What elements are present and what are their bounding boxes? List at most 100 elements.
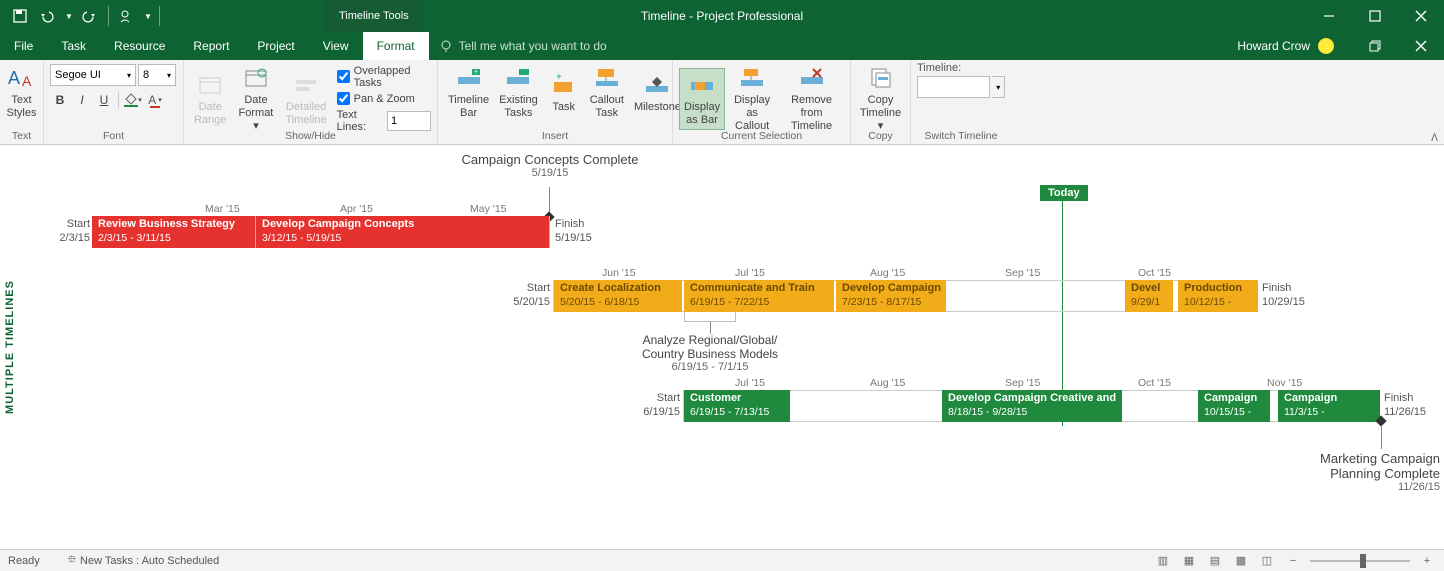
timeline-tools-tab[interactable]: Timeline Tools bbox=[325, 0, 423, 32]
today-marker: Today bbox=[1040, 185, 1088, 201]
display-bar-icon bbox=[686, 71, 718, 99]
t2-bar-3[interactable]: Devel9/29/1 bbox=[1125, 280, 1173, 312]
display-as-bar-button[interactable]: Display as Bar bbox=[679, 68, 725, 130]
menu-bar: File Task Resource Report Project View F… bbox=[0, 32, 1444, 60]
tick: Mar '15 bbox=[205, 203, 240, 215]
menu-view[interactable]: View bbox=[309, 32, 363, 60]
tick: Jun '15 bbox=[602, 267, 636, 279]
menu-task[interactable]: Task bbox=[47, 32, 100, 60]
task-button[interactable]: +Task bbox=[544, 69, 584, 116]
t3-start: Start6/19/15 bbox=[630, 391, 680, 420]
view-report-icon[interactable]: ◫ bbox=[1258, 552, 1276, 570]
view-network-icon[interactable]: ▤ bbox=[1206, 552, 1224, 570]
remove-from-timeline-button[interactable]: Remove from Timeline bbox=[779, 62, 844, 136]
group-label-showhide: Show/Hide bbox=[184, 130, 437, 144]
t2-bar-2[interactable]: Develop Campaign7/23/15 - 8/17/15 bbox=[836, 280, 946, 312]
t2-bar-1[interactable]: Communicate and Train6/19/15 - 7/22/15 bbox=[684, 280, 834, 312]
undo-dropdown-icon[interactable]: ▼ bbox=[64, 4, 74, 28]
milestone-icon bbox=[641, 71, 673, 99]
underline-button[interactable]: U bbox=[94, 90, 114, 110]
detailed-icon bbox=[290, 71, 322, 99]
lightbulb-icon bbox=[439, 39, 453, 53]
t3-bar-0[interactable]: Customer6/19/15 - 7/13/15 bbox=[684, 390, 790, 422]
copy-timeline-button[interactable]: Copy Timeline ▾ bbox=[857, 62, 904, 136]
font-color-button[interactable]: A▾ bbox=[145, 90, 165, 110]
date-range-icon bbox=[194, 71, 226, 99]
task-icon: + bbox=[548, 71, 580, 99]
date-format-icon bbox=[240, 64, 272, 92]
menu-project[interactable]: Project bbox=[243, 32, 308, 60]
view-gantt-icon[interactable]: ▥ bbox=[1154, 552, 1172, 570]
display-callout-icon bbox=[736, 64, 768, 92]
group-label-text: Text bbox=[0, 130, 43, 144]
menu-resource[interactable]: Resource bbox=[100, 32, 179, 60]
date-format-button[interactable]: Date Format ▾ bbox=[232, 62, 279, 136]
t3-bar-3[interactable]: Campaign11/3/15 - bbox=[1278, 390, 1380, 422]
redo-icon[interactable] bbox=[78, 4, 102, 28]
close-button[interactable] bbox=[1398, 0, 1444, 32]
text-styles-button[interactable]: AA Text Styles bbox=[6, 62, 37, 122]
t3-bar-2[interactable]: Campaign10/15/15 - bbox=[1198, 390, 1270, 422]
fill-color-button[interactable]: ▾ bbox=[123, 90, 143, 110]
timeline-bar-icon: + bbox=[453, 64, 485, 92]
link-person-icon[interactable] bbox=[115, 4, 139, 28]
t3-callout: Marketing Campaign Planning Complete 11/… bbox=[1290, 451, 1440, 493]
user-name[interactable]: Howard Crow bbox=[1237, 39, 1310, 53]
timeline-bar-button[interactable]: +Timeline Bar bbox=[444, 62, 493, 122]
t2-start: Start5/20/15 bbox=[500, 281, 550, 310]
t1-bar-review[interactable]: Review Business Strategy2/3/15 - 3/11/15 bbox=[92, 216, 256, 248]
text-lines-input[interactable] bbox=[387, 111, 431, 131]
svg-text:+: + bbox=[474, 69, 478, 76]
tick: Nov '15 bbox=[1267, 377, 1302, 389]
collapse-ribbon-button[interactable]: ᐱ bbox=[1431, 133, 1438, 144]
pan-zoom-checkbox[interactable]: Pan & Zoom bbox=[337, 89, 431, 109]
tell-me-placeholder: Tell me what you want to do bbox=[459, 39, 607, 53]
zoom-out-button[interactable]: − bbox=[1284, 552, 1302, 570]
tick: Jul '15 bbox=[735, 267, 765, 279]
t1-finish: Finish5/19/15 bbox=[555, 217, 592, 246]
emoji-icon[interactable] bbox=[1318, 38, 1334, 54]
zoom-slider[interactable] bbox=[1310, 560, 1410, 562]
zoom-in-button[interactable]: + bbox=[1418, 552, 1436, 570]
callout-task-button[interactable]: Callout Task bbox=[586, 62, 628, 122]
status-ready: Ready bbox=[8, 555, 40, 567]
bold-button[interactable]: B bbox=[50, 90, 70, 110]
ribbon-close-button[interactable] bbox=[1398, 32, 1444, 60]
display-as-callout-button[interactable]: Display as Callout bbox=[727, 62, 777, 136]
tick: Sep '15 bbox=[1005, 377, 1040, 389]
remove-icon bbox=[796, 64, 828, 92]
switch-timeline-select[interactable] bbox=[917, 76, 990, 98]
t2-bar-4[interactable]: Production10/12/15 - bbox=[1178, 280, 1258, 312]
svg-text:A: A bbox=[8, 68, 20, 88]
link-dropdown-icon[interactable]: ▼ bbox=[143, 4, 153, 28]
font-size-select[interactable]: 8▾ bbox=[138, 64, 176, 86]
svg-text:+: + bbox=[556, 74, 562, 83]
maximize-button[interactable] bbox=[1352, 0, 1398, 32]
callout-icon bbox=[591, 64, 623, 92]
t1-start: Start2/3/15 bbox=[40, 217, 90, 246]
font-name-select[interactable]: Segoe UI▾ bbox=[50, 64, 136, 86]
view-calendar-icon[interactable]: ▦ bbox=[1180, 552, 1198, 570]
group-label-insert: Insert bbox=[438, 130, 672, 144]
text-styles-icon: AA bbox=[6, 64, 38, 92]
t3-bar-1[interactable]: Develop Campaign Creative and8/18/15 - 9… bbox=[942, 390, 1122, 422]
menu-format[interactable]: Format bbox=[363, 32, 429, 60]
italic-button[interactable]: I bbox=[72, 90, 92, 110]
undo-icon[interactable] bbox=[36, 4, 60, 28]
minimize-button[interactable] bbox=[1306, 0, 1352, 32]
menu-file[interactable]: File bbox=[0, 32, 47, 60]
group-label-cursel: Current Selection bbox=[673, 130, 850, 144]
t2-finish: Finish10/29/15 bbox=[1262, 281, 1305, 310]
save-icon[interactable] bbox=[8, 4, 32, 28]
t2-bar-0[interactable]: Create Localization5/20/15 - 6/18/15 bbox=[554, 280, 682, 312]
t1-bar-develop[interactable]: Develop Campaign Concepts3/12/15 - 5/19/… bbox=[256, 216, 550, 248]
group-label-font: Font bbox=[44, 130, 183, 144]
tell-me-input[interactable]: Tell me what you want to do bbox=[429, 32, 617, 60]
switch-dropdown-icon[interactable]: ▾ bbox=[992, 76, 1005, 98]
ribbon-restore-button[interactable] bbox=[1352, 32, 1398, 60]
window-title: Timeline - Project Professional bbox=[641, 9, 803, 23]
existing-tasks-button[interactable]: Existing Tasks bbox=[495, 62, 542, 122]
overlapped-tasks-checkbox[interactable]: Overlapped Tasks bbox=[337, 67, 431, 87]
menu-report[interactable]: Report bbox=[179, 32, 243, 60]
view-resource-icon[interactable]: ▩ bbox=[1232, 552, 1250, 570]
